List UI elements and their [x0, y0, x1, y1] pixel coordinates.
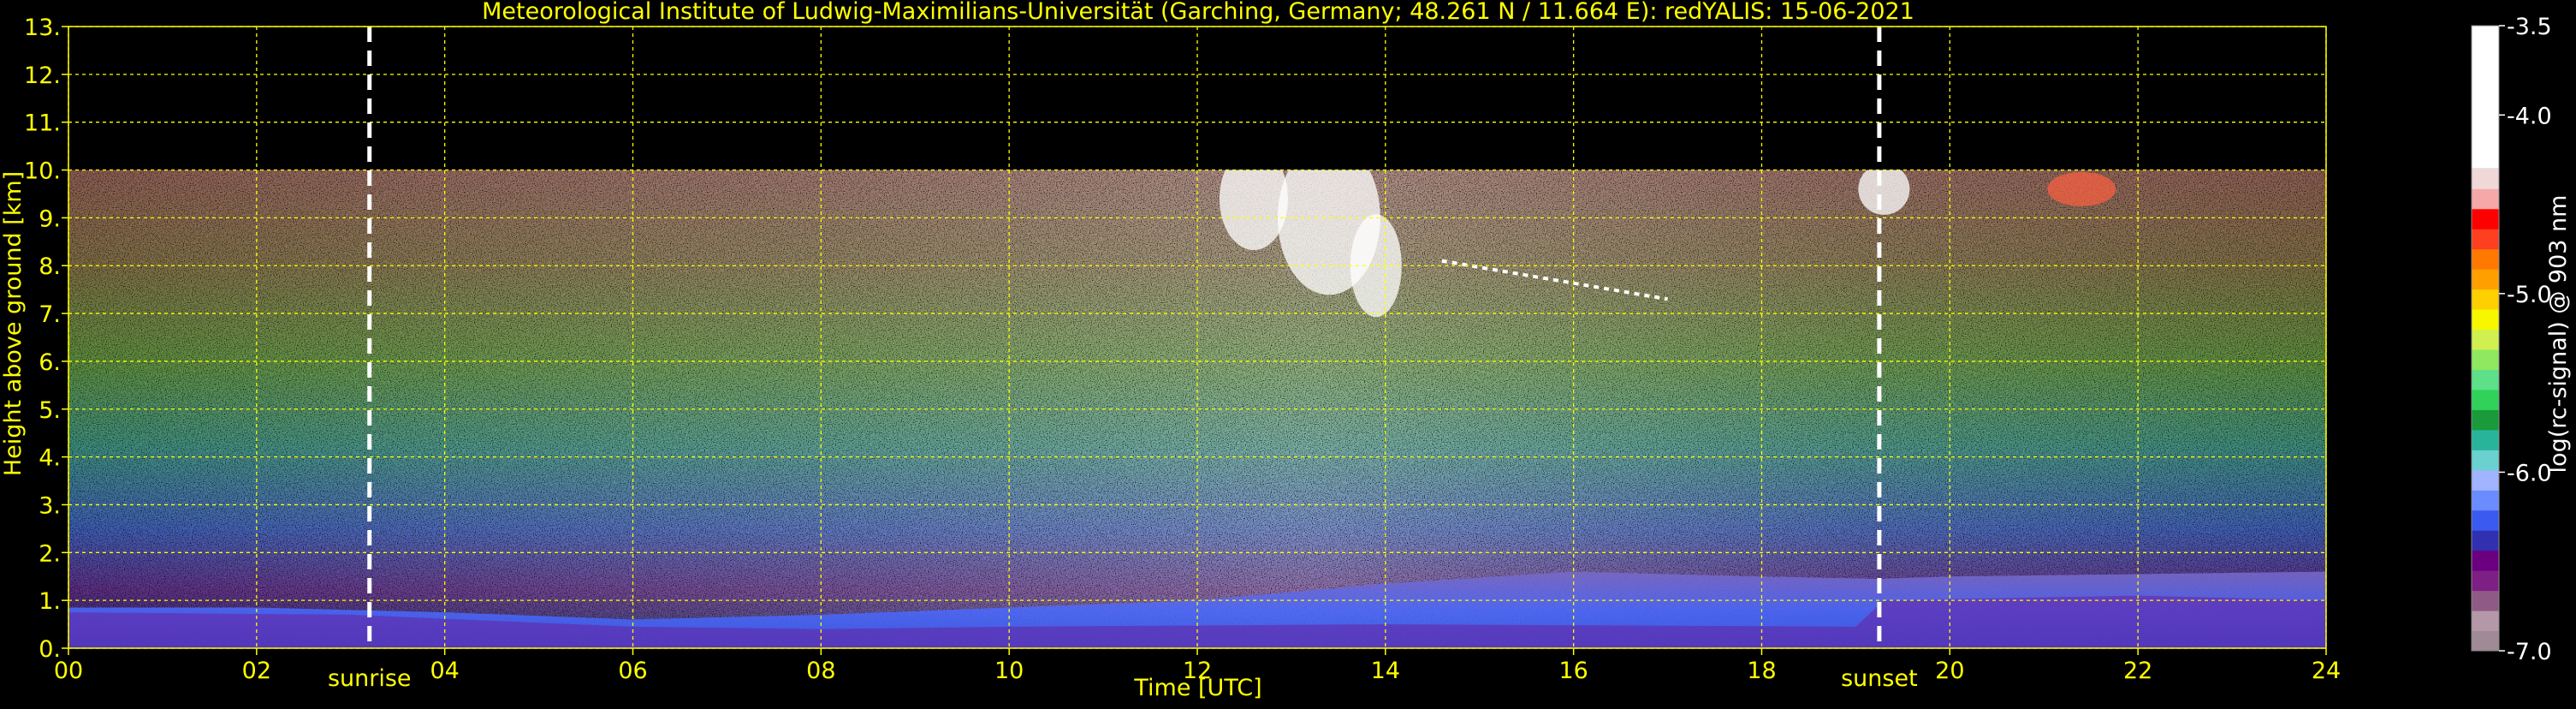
- colorbar-segment: [2472, 409, 2499, 431]
- colorbar-segment: [2472, 389, 2499, 410]
- y-tick-label: 5.: [39, 397, 61, 424]
- sunrise-label: sunrise: [328, 665, 412, 692]
- lidar-chart: sunrise sunset 00 02 04 06 08 10 12 14 16 18 20 22 24…: [0, 0, 2572, 701]
- y-tick-label: 10.: [24, 158, 61, 185]
- x-tick-label: 18: [1747, 658, 1776, 684]
- y-tick-label: 4.: [39, 445, 61, 472]
- colorbar-segment: [2472, 229, 2499, 250]
- chart-title: Meteorological Institute of Ludwig-Maxim…: [482, 0, 1914, 25]
- colorbar-segment: [2472, 570, 2499, 592]
- colorbar-segment: [2472, 329, 2499, 350]
- colorbar: -3.5-4.0-5.0-6.0-7.0: [2471, 14, 2552, 665]
- colorbar-segment: [2472, 429, 2499, 450]
- x-tick-label: 08: [806, 658, 835, 684]
- colorbar-segment: [2472, 208, 2499, 229]
- colorbar-segment: [2472, 509, 2499, 531]
- x-tick-label: 02: [242, 658, 271, 684]
- cirrus-patch: [1858, 170, 1910, 215]
- x-axis-label: Time [UTC]: [1133, 675, 1261, 701]
- colorbar-segment: [2472, 168, 2499, 189]
- x-tick-label: 10: [994, 658, 1024, 684]
- x-tick-label: 20: [1935, 658, 1964, 684]
- y-tick-label: 8.: [39, 253, 61, 280]
- colorbar-segment: [2472, 611, 2499, 632]
- backscatter-heatmap: [68, 170, 2326, 649]
- colorbar-segment: [2472, 188, 2499, 210]
- y-tick-label: 1.: [39, 588, 61, 615]
- x-tick-label: 22: [2123, 658, 2152, 684]
- sunset-label: sunset: [1841, 665, 1918, 692]
- colorbar-segment: [2472, 469, 2499, 491]
- colorbar-tick-label: -3.5: [2507, 14, 2552, 40]
- colorbar-tick-label: -7.0: [2507, 639, 2552, 665]
- x-tick-label: 14: [1371, 658, 1400, 684]
- cloud-patch: [2047, 171, 2116, 206]
- colorbar-segment: [2472, 289, 2499, 310]
- x-tick-label: 16: [1558, 658, 1588, 684]
- y-tick-label: 13.: [24, 15, 61, 41]
- colorbar-tick-label: -4.0: [2507, 103, 2552, 129]
- y-tick-label: 2.: [39, 540, 61, 567]
- y-tick-label: 12.: [24, 63, 61, 89]
- colorbar-segment: [2472, 369, 2499, 390]
- y-tick-label: 0.: [39, 636, 61, 663]
- colorbar-segment: [2472, 450, 2499, 471]
- x-tick-label: 06: [618, 658, 647, 684]
- y-axis-label: Height above ground [km]: [0, 171, 27, 476]
- x-tick-label: 04: [430, 658, 459, 684]
- x-tick-label: 24: [2312, 658, 2341, 684]
- y-tick-label: 3.: [39, 492, 61, 519]
- colorbar-segment: [2472, 590, 2499, 611]
- colorbar-segment: [2472, 248, 2499, 270]
- colorbar-segment: [2472, 309, 2499, 331]
- colorbar-segment: [2472, 550, 2499, 571]
- y-tick-label: 6.: [39, 349, 61, 376]
- colorbar-segment: [2472, 349, 2499, 370]
- y-tick-label: 7.: [39, 301, 61, 328]
- colorbar-segment: [2472, 490, 2499, 511]
- colorbar-label: log(rc-signal) @ 903 nm: [2545, 195, 2572, 474]
- colorbar-segment: [2472, 530, 2499, 551]
- colorbar-segment: [2472, 630, 2499, 652]
- y-tick-label: 11.: [24, 110, 61, 137]
- colorbar-segment: [2472, 269, 2499, 290]
- lidar-figure: sunrise sunset 00 02 04 06 08 10 12 14 16 18 20 22 24…: [0, 0, 2576, 706]
- y-tick-label: 9.: [39, 206, 61, 232]
- colorbar-segment: [2472, 26, 2499, 169]
